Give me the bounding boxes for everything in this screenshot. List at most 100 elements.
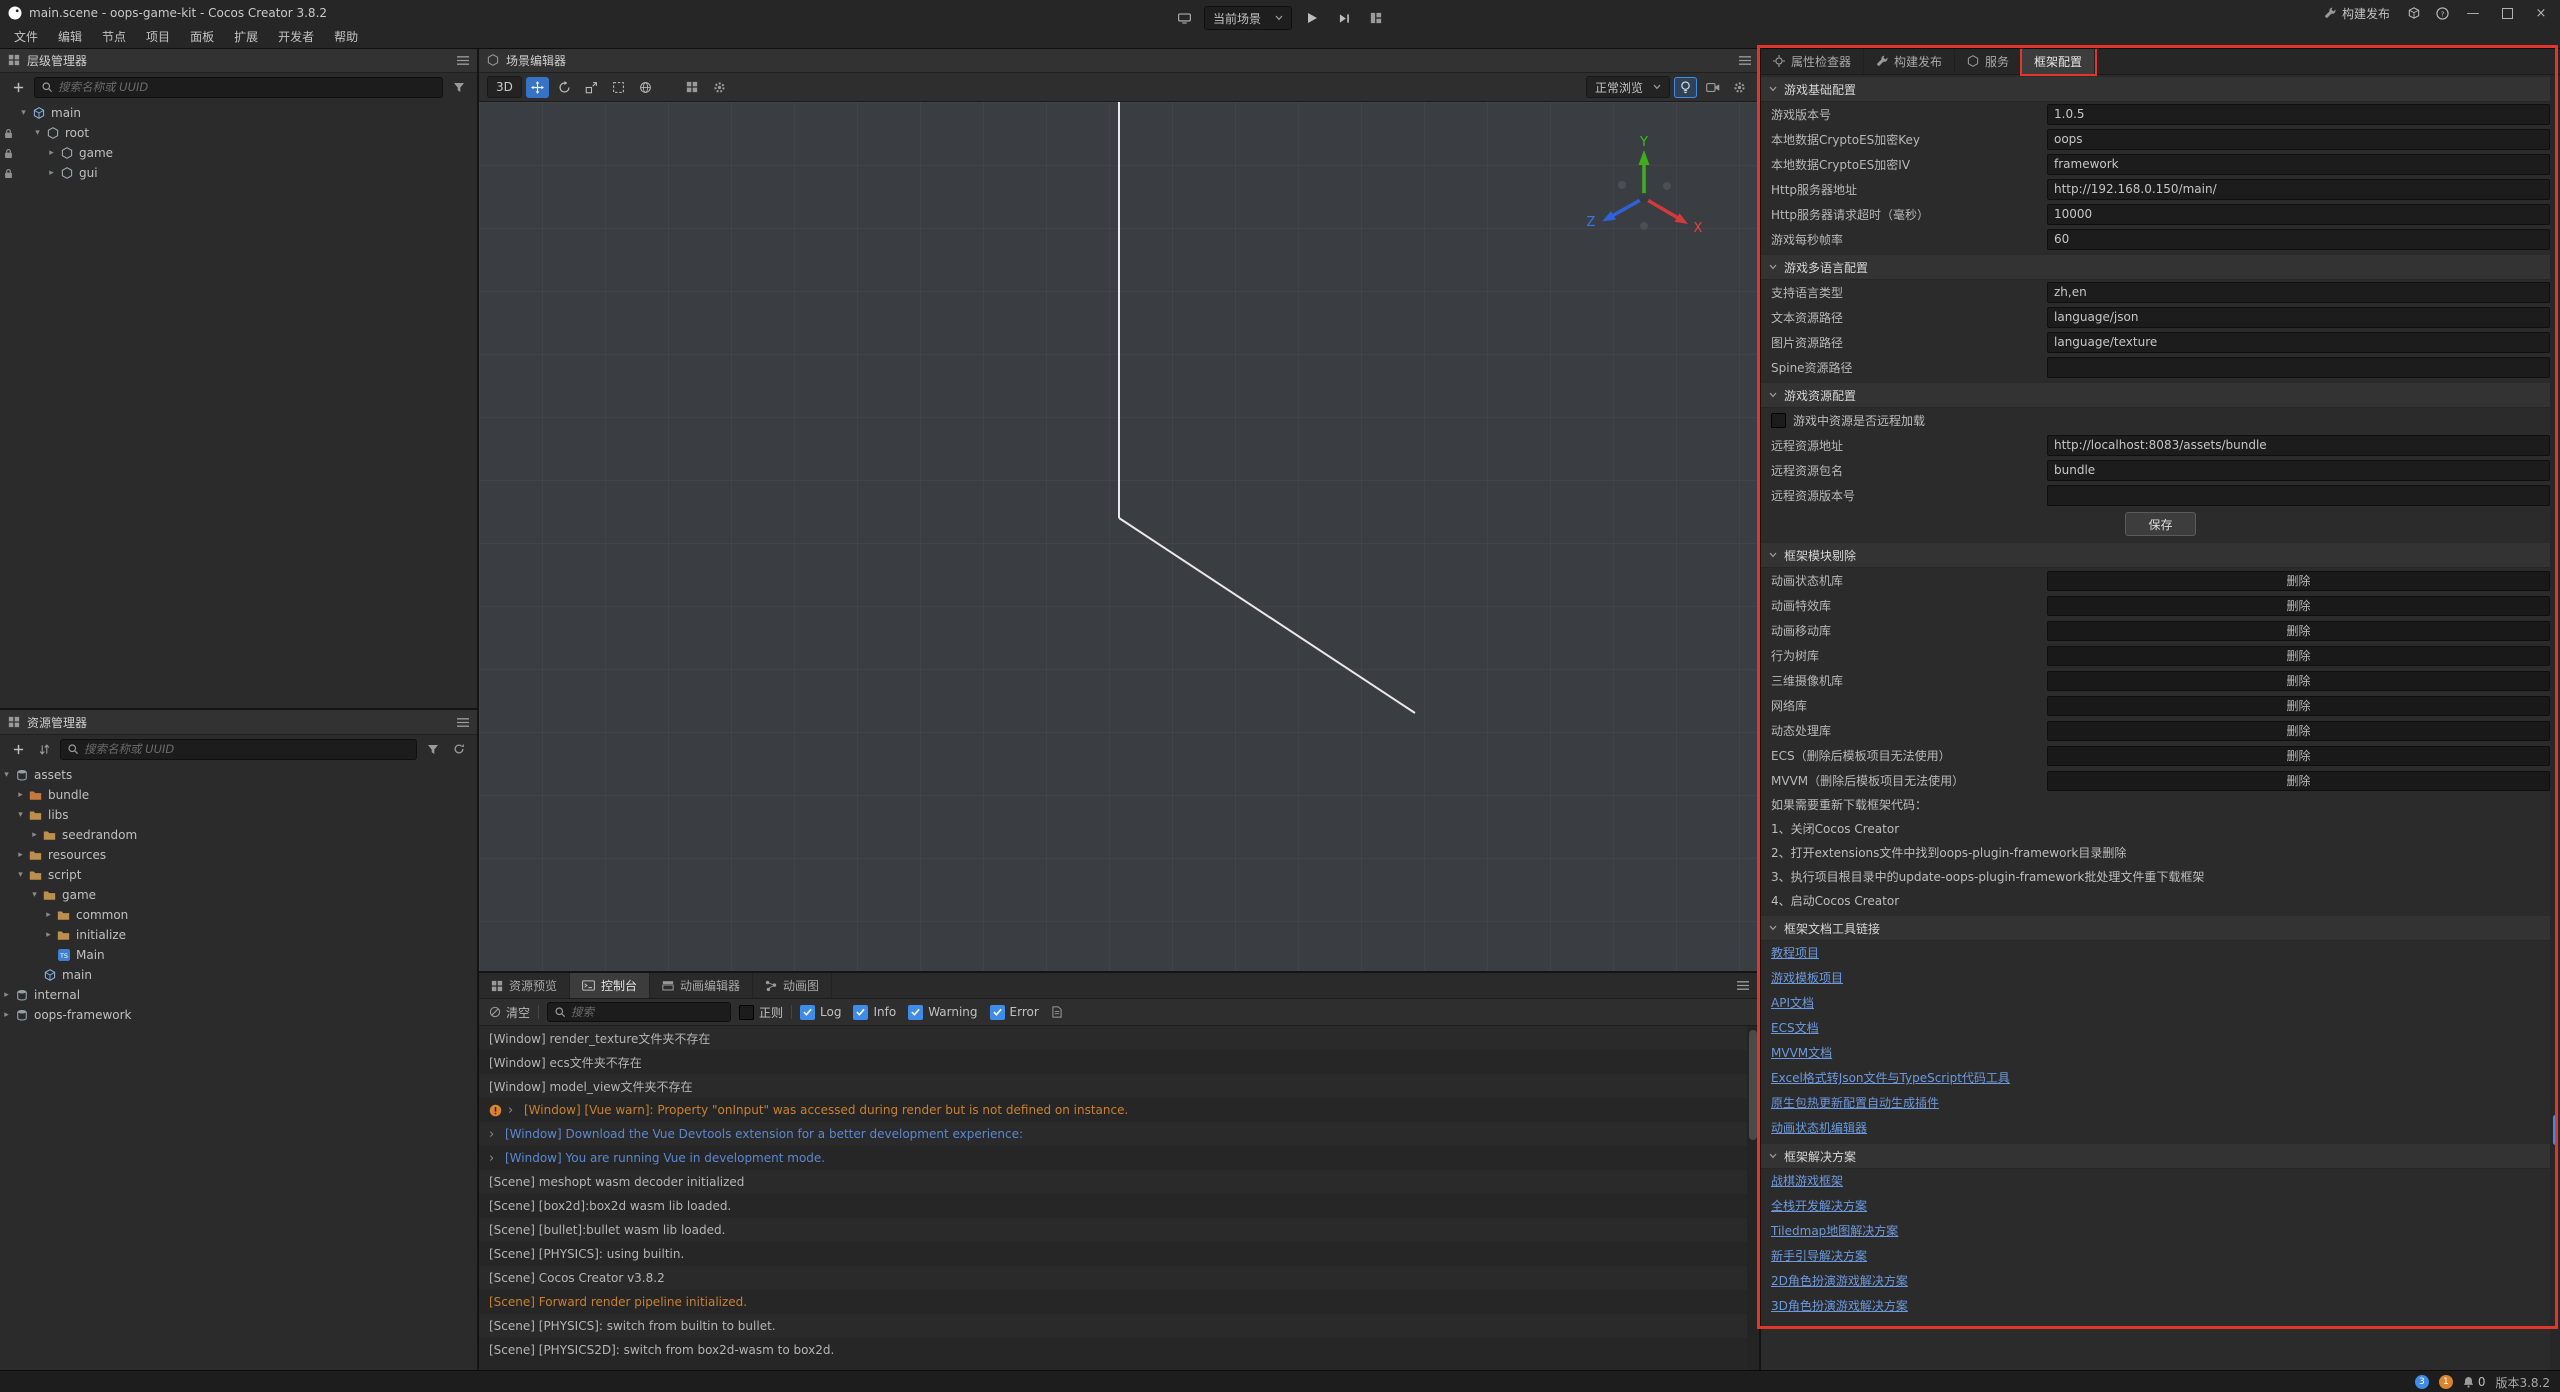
- tree-item[interactable]: ▸ common: [0, 905, 477, 925]
- regex-checkbox[interactable]: [739, 1005, 754, 1020]
- tree-item[interactable]: ▸ internal: [0, 985, 477, 1005]
- console-tab[interactable]: 动画图: [753, 973, 832, 998]
- panel-menu-icon[interactable]: [1739, 56, 1751, 65]
- expander-icon[interactable]: ▸: [28, 830, 41, 840]
- view-mode-dropdown[interactable]: 正常浏览: [1586, 76, 1670, 98]
- menu-item[interactable]: 项目: [136, 26, 180, 48]
- field-input[interactable]: [2047, 357, 2550, 378]
- scene-camera-button[interactable]: [1701, 77, 1724, 98]
- filter-info[interactable]: Info: [853, 1005, 896, 1020]
- play-button[interactable]: [1300, 7, 1324, 29]
- gizmo-settings-button[interactable]: [708, 77, 731, 98]
- inspector-tab[interactable]: 服务: [1955, 48, 2022, 74]
- save-button[interactable]: 保存: [2125, 512, 2195, 536]
- checkbox-icon[interactable]: [908, 1005, 923, 1020]
- panel-menu-icon[interactable]: [457, 56, 469, 65]
- minimize-button[interactable]: —: [2458, 1, 2488, 25]
- maximize-button[interactable]: [2492, 1, 2522, 25]
- console-scrollbar[interactable]: [1747, 1026, 1759, 1370]
- log-row[interactable]: [Scene] [PHYSICS2D]: switch from box2d-w…: [479, 1338, 1759, 1362]
- regex-toggle[interactable]: 正则: [739, 1004, 783, 1021]
- field-input[interactable]: zh,en: [2047, 282, 2550, 303]
- delete-button[interactable]: 删除: [2047, 621, 2550, 641]
- delete-button[interactable]: 删除: [2047, 746, 2550, 766]
- tree-item[interactable]: ▸ gui: [0, 163, 477, 183]
- section-header[interactable]: 框架解决方案: [1761, 1144, 2560, 1169]
- menu-item[interactable]: 节点: [92, 26, 136, 48]
- log-row[interactable]: [Window] render_texture文件夹不存在: [479, 1026, 1759, 1050]
- tree-item[interactable]: ▸ seedrandom: [0, 825, 477, 845]
- expander-icon[interactable]: ▸: [45, 148, 58, 158]
- section-header[interactable]: 框架文档工具链接: [1761, 916, 2560, 941]
- console-tab[interactable]: 资源预览: [479, 973, 570, 998]
- expander-icon[interactable]: ▾: [0, 770, 13, 780]
- delete-button[interactable]: 删除: [2047, 671, 2550, 691]
- menu-item[interactable]: 扩展: [224, 26, 268, 48]
- delete-button[interactable]: 删除: [2047, 596, 2550, 616]
- menu-item[interactable]: 文件: [4, 26, 48, 48]
- log-count-badge[interactable]: 1: [2439, 1375, 2453, 1389]
- build-publish-button[interactable]: 构建发布: [2316, 2, 2398, 24]
- inspector-scrollbar[interactable]: [2550, 75, 2560, 1370]
- preview-device-button[interactable]: [1172, 7, 1196, 29]
- section-header[interactable]: 框架模块剔除: [1761, 543, 2560, 568]
- expander-icon[interactable]: ›: [489, 1127, 499, 1142]
- menu-item[interactable]: 帮助: [324, 26, 368, 48]
- section-header[interactable]: 游戏多语言配置: [1761, 255, 2560, 280]
- checkbox-icon[interactable]: [1771, 413, 1786, 428]
- doc-link[interactable]: 新手引导解决方案: [1761, 1244, 2560, 1269]
- field-input[interactable]: http://localhost:8083/assets/bundle: [2047, 435, 2550, 456]
- delete-button[interactable]: 删除: [2047, 696, 2550, 716]
- tree-item[interactable]: main: [0, 965, 477, 985]
- expander-icon[interactable]: ▸: [42, 910, 55, 920]
- close-button[interactable]: ×: [2526, 1, 2556, 25]
- inspector-tab[interactable]: 框架配置: [2022, 48, 2095, 74]
- checkbox-icon[interactable]: [800, 1005, 815, 1020]
- doc-link[interactable]: API文档: [1761, 991, 2560, 1016]
- tree-item[interactable]: ▾ libs: [0, 805, 477, 825]
- lock-icon[interactable]: [0, 168, 17, 179]
- field-input[interactable]: 1.0.5: [2047, 104, 2550, 125]
- filter-warning[interactable]: Warning: [908, 1005, 977, 1020]
- log-row[interactable]: [Scene] [bullet]:bullet wasm lib loaded.: [479, 1218, 1759, 1242]
- orientation-gizmo[interactable]: Y X Z: [1579, 136, 1709, 256]
- field-input[interactable]: language/texture: [2047, 332, 2550, 353]
- export-log-button[interactable]: [1047, 1003, 1067, 1022]
- checkbox-icon[interactable]: [853, 1005, 868, 1020]
- scene-light-toggle-button[interactable]: [1674, 77, 1697, 98]
- expander-icon[interactable]: ▸: [45, 168, 58, 178]
- doc-link[interactable]: 战棋游戏框架: [1761, 1169, 2560, 1194]
- log-row[interactable]: [Scene] [PHYSICS]: using builtin.: [479, 1242, 1759, 1266]
- tree-item[interactable]: ▾ game: [0, 885, 477, 905]
- notification-bell[interactable]: 0: [2463, 1375, 2486, 1389]
- doc-link[interactable]: MVVM文档: [1761, 1041, 2560, 1066]
- doc-link[interactable]: 3D角色扮演游戏解决方案: [1761, 1294, 2560, 1319]
- help-button[interactable]: ?: [2430, 2, 2454, 24]
- doc-link[interactable]: 游戏模板项目: [1761, 966, 2560, 991]
- rect-tool-button[interactable]: [607, 77, 630, 98]
- log-row[interactable]: [Scene] Forward render pipeline initiali…: [479, 1290, 1759, 1314]
- delete-button[interactable]: 删除: [2047, 771, 2550, 791]
- doc-link[interactable]: 动画状态机编辑器: [1761, 1116, 2560, 1141]
- expander-icon[interactable]: ▾: [17, 108, 30, 118]
- scene-viewport[interactable]: Y X Z: [479, 102, 1759, 971]
- section-header[interactable]: 游戏基础配置: [1761, 77, 2560, 102]
- log-row[interactable]: › [Window] Download the Vue Devtools ext…: [479, 1122, 1759, 1146]
- tree-item[interactable]: ▾ assets: [0, 765, 477, 785]
- expander-icon[interactable]: ▾: [28, 890, 41, 900]
- scale-tool-button[interactable]: [580, 77, 603, 98]
- move-tool-button[interactable]: [526, 77, 549, 98]
- menu-item[interactable]: 面板: [180, 26, 224, 48]
- doc-link[interactable]: Tiledmap地图解决方案: [1761, 1219, 2560, 1244]
- assets-search-input[interactable]: 搜索名称或 UUID: [60, 739, 417, 760]
- hierarchy-search-input[interactable]: 搜索名称或 UUID: [34, 77, 443, 98]
- doc-link[interactable]: 教程项目: [1761, 941, 2560, 966]
- tree-item[interactable]: ▸ initialize: [0, 925, 477, 945]
- log-row[interactable]: [Scene] [box2d]:box2d wasm lib loaded.: [479, 1194, 1759, 1218]
- panel-menu-icon[interactable]: [1727, 973, 1759, 998]
- log-count-badge[interactable]: 3: [2415, 1375, 2429, 1389]
- field-input[interactable]: oops: [2047, 129, 2550, 150]
- field-input[interactable]: [2047, 485, 2550, 506]
- expander-icon[interactable]: ▾: [14, 810, 27, 820]
- add-node-button[interactable]: [8, 78, 28, 97]
